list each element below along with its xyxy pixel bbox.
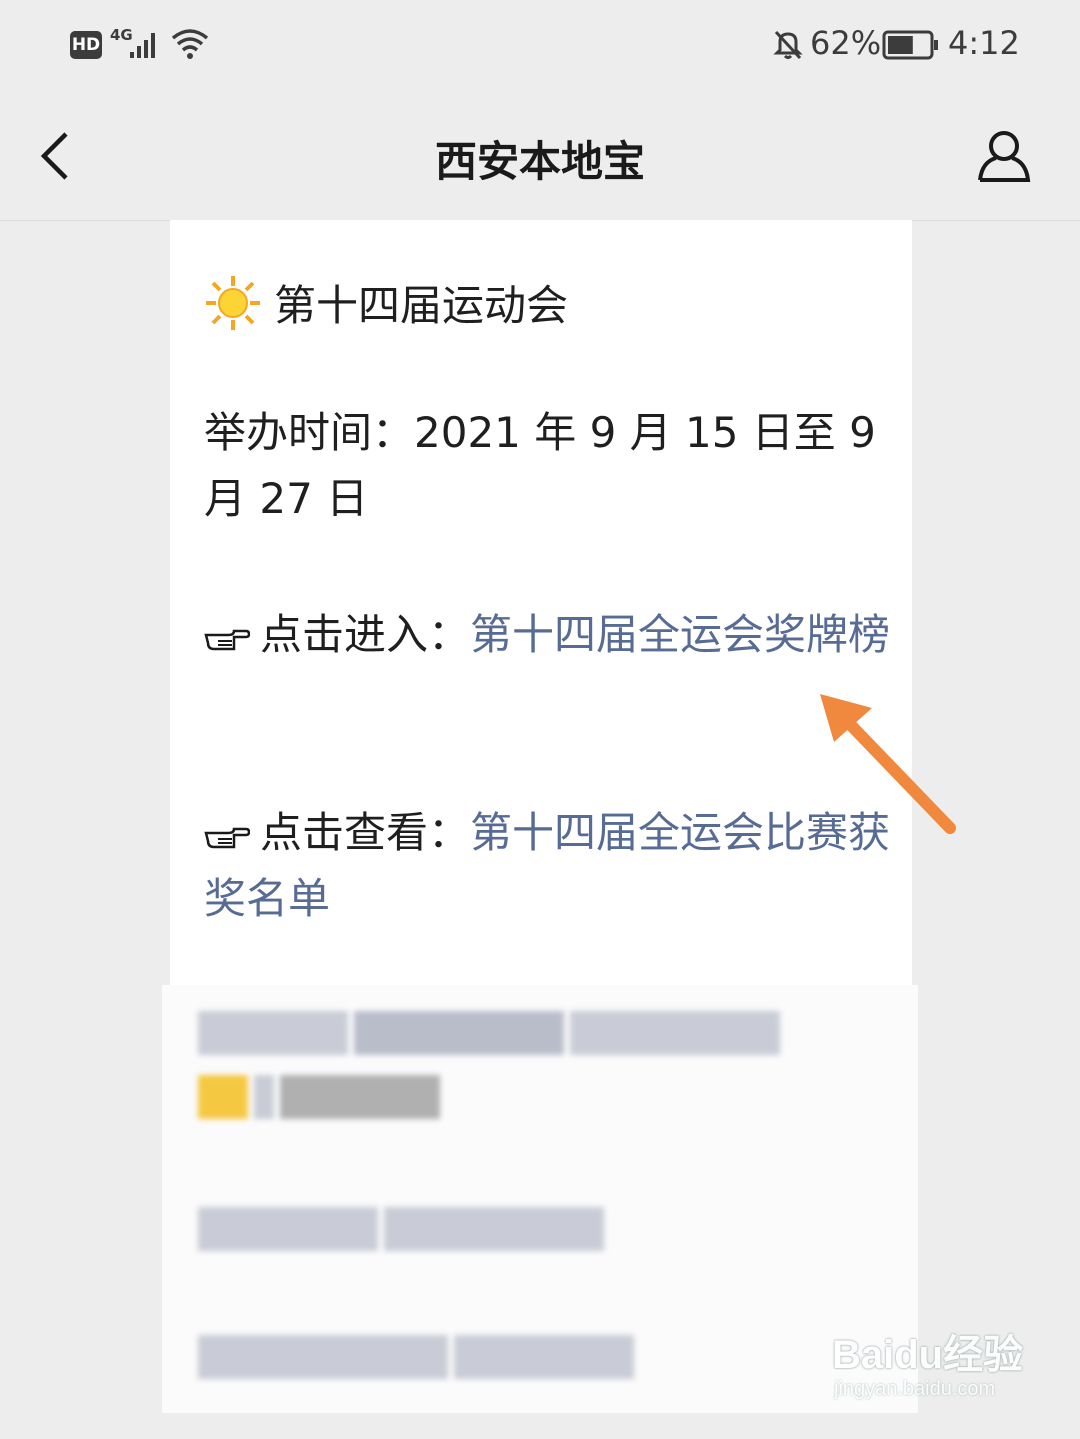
blurred-line: [198, 1011, 780, 1055]
heading-text: 第十四届运动会: [274, 281, 569, 330]
winners-list-link-row: 点击查看：第十四届全运会比赛获奖名单: [204, 800, 894, 932]
sun-icon: [206, 275, 260, 330]
battery-icon: [882, 30, 938, 60]
user-icon[interactable]: [972, 128, 1036, 184]
pointing-hand-icon: [204, 827, 250, 848]
blurred-line: [198, 1335, 634, 1379]
wifi-icon: [171, 29, 209, 59]
battery-percent: 62%: [810, 24, 882, 62]
watermark-sub: jingyan.baidu.com: [834, 1378, 996, 1400]
medal-table-link-row: 点击进入：第十四届全运会奖牌榜: [204, 602, 894, 668]
baidu-watermark: Baidu经验 jingyan.baidu.com: [826, 1322, 1026, 1414]
annotation-arrow: [820, 694, 956, 834]
nav-bar: 西安本地宝: [0, 92, 1080, 221]
link1-prefix: 点击进入：: [260, 610, 471, 659]
article-card: 第十四届运动会 举办时间：2021 年 9 月 15 日至 9 月 27 日 点…: [170, 220, 912, 985]
blurred-content: [162, 985, 918, 1413]
status-bar: HD 4G 62% 4:12: [0, 0, 1080, 92]
bell-off-icon: [773, 30, 803, 60]
medal-table-link[interactable]: 第十四届全运会奖牌榜: [470, 610, 890, 659]
blurred-line: [198, 1075, 440, 1119]
article-heading: 第十四届运动会: [204, 272, 568, 333]
page-title: 西安本地宝: [434, 137, 645, 186]
clock: 4:12: [948, 24, 1020, 62]
watermark-main: Baidu经验: [832, 1333, 1024, 1377]
signal-icon: [130, 33, 155, 58]
hd-badge: HD: [70, 31, 102, 59]
event-date: 举办时间：2021 年 9 月 15 日至 9 月 27 日: [204, 408, 876, 523]
link2-prefix: 点击查看：: [260, 808, 471, 857]
blurred-line: [198, 1207, 604, 1251]
pointing-hand-icon: [204, 629, 250, 650]
